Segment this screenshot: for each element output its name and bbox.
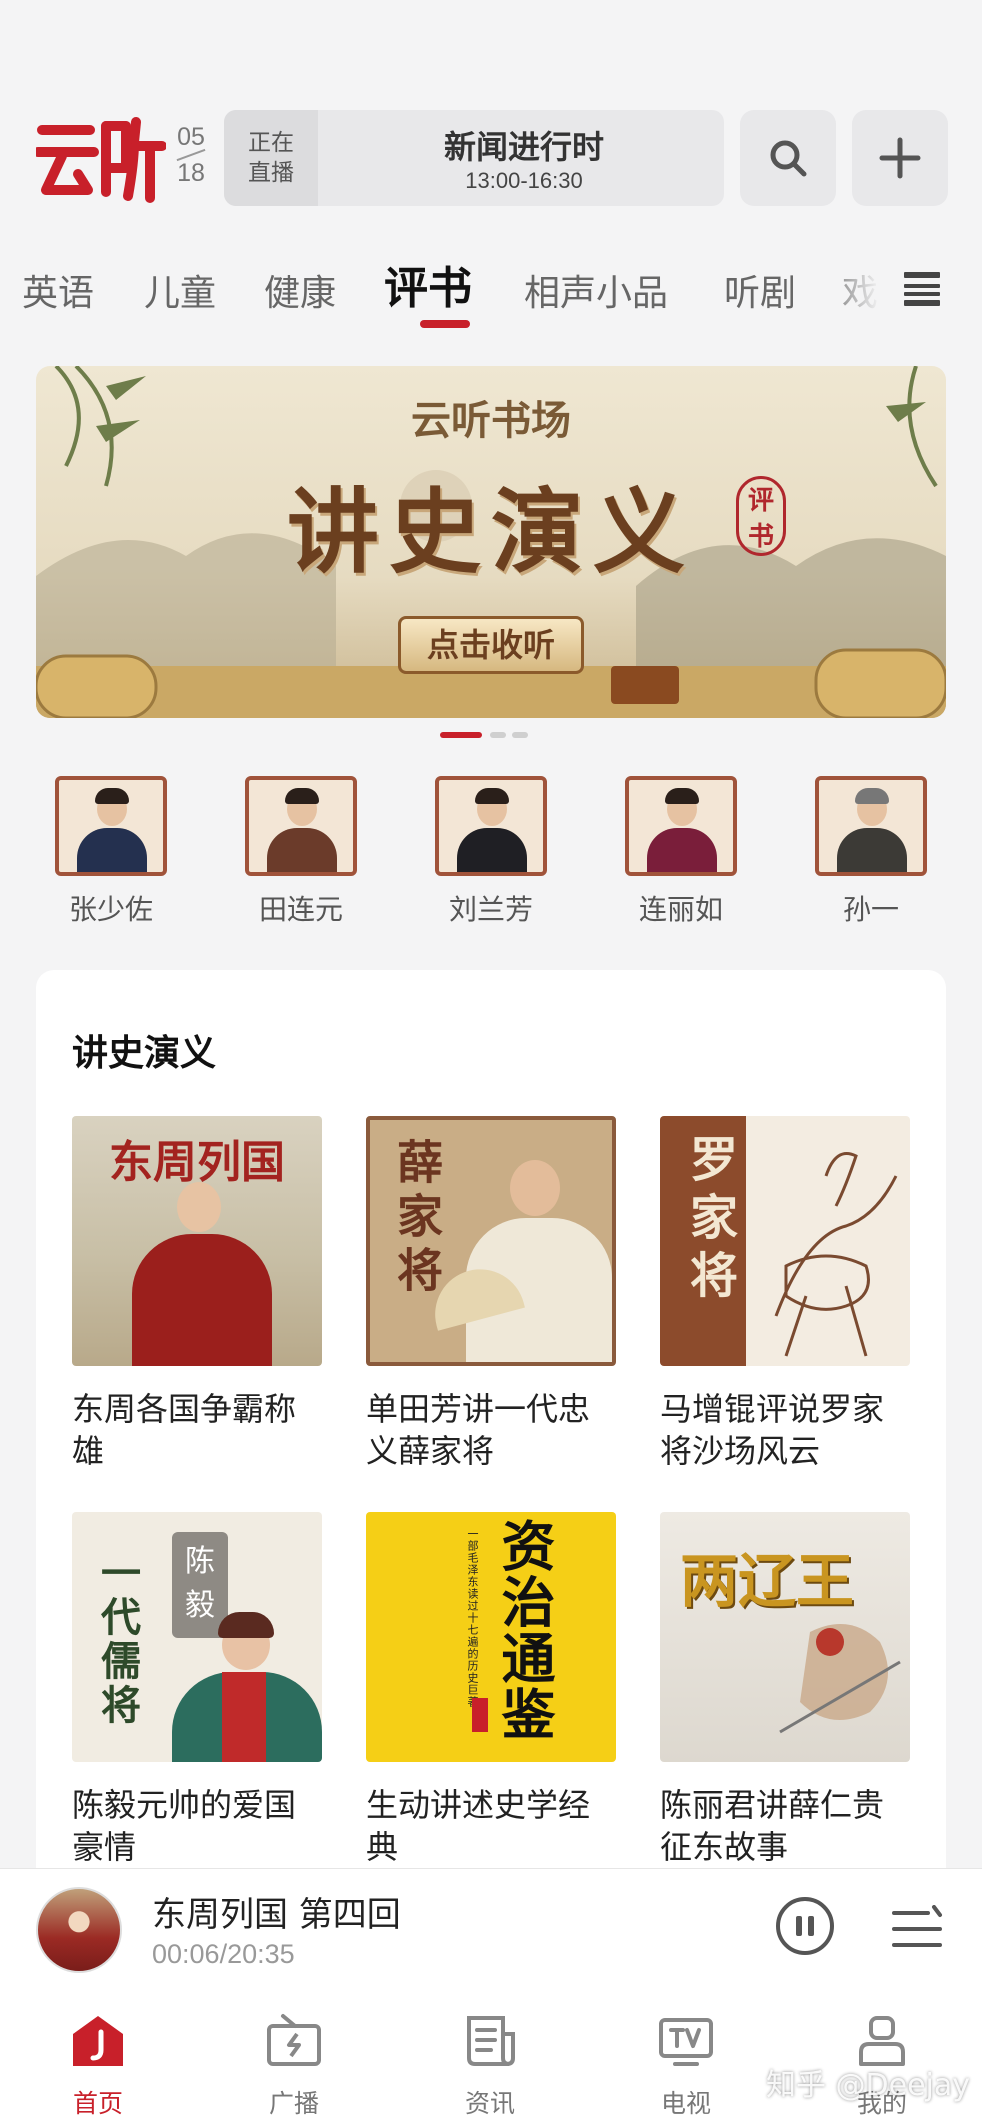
tab-health[interactable]: 健康 (264, 264, 336, 316)
cover-horse-illustration (774, 1152, 898, 1357)
book-cover: 东周列国 (72, 1116, 322, 1366)
live-broadcast-banner[interactable]: 正在直播 新闻进行时 13:00-16:30 (224, 110, 724, 206)
date-day: 18 (177, 159, 205, 187)
book-item[interactable]: 一代儒将 陈毅 陈毅元帅的爱国豪情 (72, 1512, 322, 1868)
host-item[interactable]: 田连元 (226, 776, 376, 928)
host-item[interactable]: 孙一 (796, 776, 946, 928)
book-cover: 薛家将 (366, 1116, 616, 1366)
host-avatar (625, 776, 737, 876)
book-item[interactable]: 罗家将 马增锟评说罗家将沙场风云 (660, 1116, 910, 1472)
host-avatar (55, 776, 167, 876)
pagination-dot-active[interactable] (440, 732, 482, 738)
mini-player[interactable]: 东周列国 第四回 00:06/20:35 (0, 1868, 982, 1991)
nav-label: 电视 (660, 2089, 711, 2118)
host-name: 田连元 (258, 893, 343, 926)
book-cover: 两辽王 (660, 1512, 910, 1762)
cover-warrior-illustration (779, 1624, 901, 1734)
cover-title: 一代儒将 (94, 1552, 141, 1728)
pagination-dot[interactable] (512, 732, 528, 738)
tab-children[interactable]: 儿童 (144, 264, 216, 316)
book-item[interactable]: 一部毛泽东读过十七遍的历史巨著 资治通鉴 生动讲述史学经典 (366, 1512, 616, 1868)
radio-icon (267, 2014, 321, 2066)
host-name: 刘兰芳 (448, 893, 533, 926)
cover-title: 罗家将 (681, 1134, 737, 1308)
section-card: 讲史演义 东周列国 东周各国争霸称雄 薛家将 单田芳讲一代忠义薛家将 罗家将 马… (36, 970, 946, 1910)
cover-title: 薛家将 (390, 1138, 444, 1300)
book-caption: 马增锟评说罗家将沙场风云 (660, 1390, 885, 1470)
bottom-navigation: 首页 广播 资讯 电视 我的 (0, 1990, 982, 2128)
nav-label: 广播 (268, 2089, 319, 2118)
promo-banner[interactable]: 云听书场 讲史演义 评书 点击收听 (36, 366, 946, 718)
host-item[interactable]: 连丽如 (606, 776, 756, 928)
listen-button[interactable]: 点击收听 (398, 616, 584, 674)
watermark: 知乎 @Deejay (766, 2068, 971, 2103)
host-name: 孙一 (842, 893, 899, 926)
news-icon (467, 2016, 515, 2066)
section-title: 讲史演义 (72, 1033, 217, 1074)
book-caption: 陈毅元帅的爱国豪情 (72, 1786, 297, 1866)
category-menu-icon[interactable] (902, 268, 942, 308)
cover-title: 资治通鉴 (492, 1518, 556, 1742)
date-month: 05 (177, 123, 205, 151)
live-program-time: 13:00-16:30 (465, 168, 583, 193)
nav-label: 资讯 (464, 2089, 515, 2118)
pause-button[interactable] (776, 1897, 834, 1955)
yunting-logo[interactable] (36, 112, 166, 204)
banner-seal: 评书 (736, 476, 786, 556)
book-caption: 东周各国争霸称雄 (72, 1390, 297, 1470)
book-caption: 陈丽君讲薛仁贵征东故事 (660, 1786, 885, 1866)
cover-badge-text: 陈毅 (185, 1544, 215, 1623)
live-program-title: 新闻进行时 (443, 128, 604, 166)
now-playing-thumbnail[interactable] (36, 1887, 122, 1973)
playlist-icon[interactable] (890, 1905, 944, 1953)
cover-note: 一部毛泽东读过十七遍的历史巨著 (466, 1528, 479, 1708)
date-display: 05 18 (174, 122, 208, 188)
book-item[interactable]: 两辽王 陈丽君讲薛仁贵征东故事 (660, 1512, 910, 1868)
now-playing-time: 00:06/20:35 (152, 1939, 295, 1969)
host-item[interactable]: 张少佐 (36, 776, 186, 928)
active-tab-indicator (420, 320, 470, 328)
book-item[interactable]: 薛家将 单田芳讲一代忠义薛家将 (366, 1116, 616, 1472)
nav-label: 首页 (72, 2089, 123, 2118)
cover-title: 东周列国 (109, 1137, 285, 1188)
book-item[interactable]: 东周列国 东周各国争霸称雄 (72, 1116, 322, 1472)
host-name: 连丽如 (638, 893, 723, 926)
book-cover: 一部毛泽东读过十七遍的历史巨著 资治通鉴 (366, 1512, 616, 1762)
search-icon (770, 140, 807, 177)
tab-audio-drama[interactable]: 听剧 (724, 264, 796, 316)
tab-fade (820, 250, 880, 330)
banner-subtitle: 云听书场 (411, 397, 571, 444)
tv-icon (659, 2018, 713, 2066)
tab-crosstalk[interactable]: 相声小品 (524, 264, 668, 316)
tab-english[interactable]: 英语 (22, 264, 94, 316)
book-caption: 生动讲述史学经典 (366, 1786, 591, 1866)
tab-pingshu[interactable]: 评书 (384, 252, 472, 316)
book-cover: 罗家将 (660, 1116, 910, 1366)
pagination-dot[interactable] (490, 732, 506, 738)
nav-news[interactable]: 资讯 (430, 2012, 550, 2120)
add-button[interactable] (852, 110, 948, 206)
now-playing-title: 东周列国 第四回 (152, 1895, 401, 1935)
book-cover: 一代儒将 陈毅 (72, 1512, 322, 1762)
plus-icon (879, 137, 921, 179)
book-caption: 单田芳讲一代忠义薛家将 (366, 1390, 591, 1470)
nav-home[interactable]: 首页 (38, 2012, 158, 2120)
app-header: 05 18 正在直播 新闻进行时 13:00-16:30 (0, 0, 982, 250)
cover-badge: 陈毅 (172, 1532, 228, 1638)
live-tag: 正在直播 (224, 110, 318, 206)
host-avatar (245, 776, 357, 876)
banner-title: 讲史演义 (286, 478, 695, 586)
host-name: 张少佐 (68, 893, 153, 926)
host-avatar (815, 776, 927, 876)
host-avatar (435, 776, 547, 876)
home-icon (73, 2016, 123, 2066)
nav-radio[interactable]: 广播 (234, 2012, 354, 2120)
nav-tv[interactable]: 电视 (626, 2012, 746, 2120)
host-item[interactable]: 刘兰芳 (416, 776, 566, 928)
pause-icon (796, 1916, 802, 1936)
search-button[interactable] (740, 110, 836, 206)
pause-icon (808, 1916, 814, 1936)
live-tag-text: 正在直播 (248, 130, 294, 186)
banner-seal-text: 评书 (748, 486, 775, 552)
